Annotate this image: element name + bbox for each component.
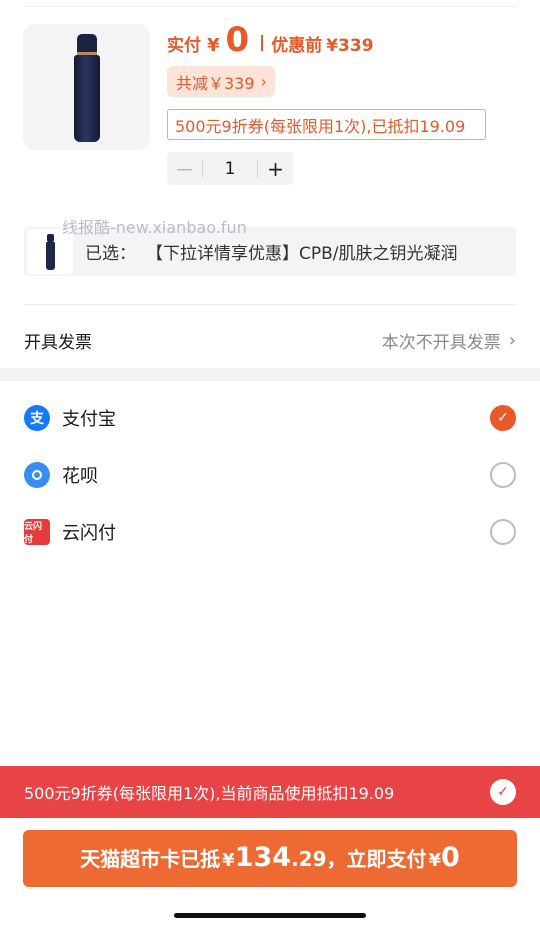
section-divider [24, 304, 516, 305]
original-price-label: 优惠前 [271, 36, 323, 56]
payment-name: 花呗 [62, 466, 98, 487]
home-indicator[interactable] [174, 913, 366, 918]
decrease-button[interactable]: － [167, 152, 202, 185]
coupon-note-text: 500元9折券(每张限用1次),已抵扣19.09 [175, 116, 466, 136]
discount-total-text: 共减￥339 [176, 73, 255, 93]
chevron-right-icon: › [260, 72, 267, 91]
watermark: 线报酷-new.xianbao.fun [62, 218, 247, 237]
paid-currency: ¥ [207, 35, 220, 56]
pay-button-prefix: 天猫超市卡已抵 [80, 847, 221, 871]
invoice-label: 开具发票 [24, 332, 92, 353]
payment-name: 云闪付 [62, 523, 116, 544]
increase-button[interactable]: + [258, 152, 293, 185]
unchecked-radio-icon[interactable] [490, 462, 516, 488]
top-divider [24, 6, 516, 7]
payment-name: 支付宝 [62, 409, 116, 430]
selected-value: 【下拉详情享优惠】CPB/肌肤之钥光凝润 [146, 244, 458, 264]
pay-amount: 0 [441, 842, 460, 873]
checked-radio-icon[interactable]: ✓ [490, 405, 516, 431]
chevron-right-icon: › [508, 329, 516, 351]
original-price: ¥339 [326, 36, 374, 56]
coupon-bar[interactable]: 500元9折券(每张限用1次),当前商品使用抵扣19.09 ✓ [0, 766, 540, 818]
serum-bottle-icon [74, 34, 100, 142]
pay-now-button[interactable]: 天猫超市卡已抵 ¥ 134 .29 ，立即支付 ¥ 0 [23, 830, 517, 887]
coupon-bar-text: 500元9折券(每张限用1次),当前商品使用抵扣19.09 [24, 784, 395, 803]
discount-total-chip[interactable]: 共减￥339 › [167, 66, 275, 97]
invoice-option: 本次不开具发票 › [382, 328, 516, 353]
pay-button-middle: ，立即支付 [326, 847, 427, 871]
deducted-amount-int: 134 [234, 842, 292, 873]
deducted-amount-dec: .29 [291, 847, 327, 871]
unchecked-radio-icon[interactable] [490, 519, 516, 545]
payment-option-huabei[interactable]: 花呗 [24, 453, 516, 497]
quantity-stepper: － 1 + [167, 152, 293, 185]
coupon-note: 500元9折券(每张限用1次),已抵扣19.09 [167, 109, 486, 140]
price-row: 实付 ¥ 0 优惠前 ¥339 [167, 20, 374, 60]
pay-button-currency: ¥ [222, 850, 235, 871]
section-gap [0, 368, 540, 381]
product-image[interactable] [23, 24, 150, 150]
paid-amount: 0 [225, 20, 250, 60]
pay-button-currency: ¥ [428, 850, 442, 871]
check-icon[interactable]: ✓ [490, 779, 516, 805]
invoice-row[interactable]: 开具发票 本次不开具发票 › [24, 318, 516, 362]
unionpay-icon: 云闪付 [24, 519, 50, 545]
payment-option-alipay[interactable]: 支 支付宝 ✓ [24, 396, 516, 440]
quantity-value[interactable]: 1 [203, 159, 257, 179]
huabei-icon [24, 462, 50, 488]
selected-label: 已选： [85, 244, 136, 264]
invoice-value: 本次不开具发票 [381, 332, 501, 353]
price-separator [261, 35, 264, 51]
payment-option-unionpay[interactable]: 云闪付 云闪付 [24, 510, 516, 554]
paid-label: 实付 [167, 36, 201, 56]
alipay-icon: 支 [24, 405, 50, 431]
